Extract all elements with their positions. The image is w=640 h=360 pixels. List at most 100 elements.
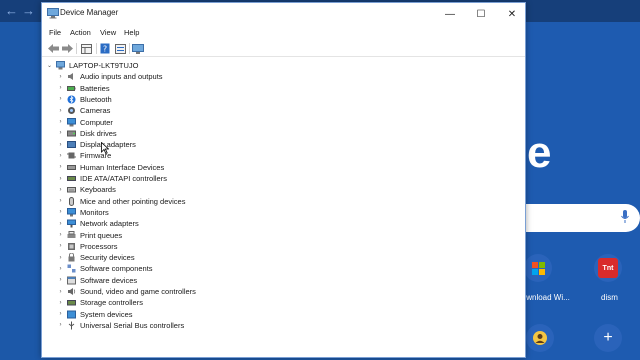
tree-item-label: Human Interface Devices bbox=[80, 162, 165, 172]
tree-item[interactable]: › Display adapters bbox=[57, 139, 136, 150]
tree-item[interactable]: › Software devices bbox=[57, 275, 138, 286]
tree-item-label: Network adapters bbox=[80, 219, 139, 229]
disk-icon bbox=[67, 130, 76, 137]
tree-item[interactable]: › Human Interface Devices bbox=[57, 162, 165, 173]
tree-item[interactable]: › Storage controllers bbox=[57, 297, 143, 308]
display-adapter-icon bbox=[67, 141, 76, 149]
menu-bar: File Action View Help bbox=[42, 26, 525, 40]
microsoft-logo-icon bbox=[531, 261, 545, 275]
shortcut-label-dism: dism bbox=[601, 293, 618, 302]
chevron-right-icon[interactable]: › bbox=[57, 300, 64, 306]
tree-item-label: System devices bbox=[80, 309, 133, 319]
device-tree: ⌄ LAPTOP-LKT9TUJO › Audio inputs and outp… bbox=[42, 58, 525, 357]
chevron-right-icon[interactable]: › bbox=[57, 266, 64, 272]
tree-item[interactable]: › Disk drives bbox=[57, 128, 117, 139]
properties-button[interactable] bbox=[79, 42, 93, 55]
tree-item[interactable]: › Software components bbox=[57, 263, 153, 274]
chevron-right-icon[interactable]: › bbox=[57, 153, 64, 159]
printer-icon bbox=[67, 230, 76, 238]
driver-list-button[interactable] bbox=[113, 42, 127, 55]
tree-item[interactable]: › Keyboards bbox=[57, 184, 116, 195]
computer-icon bbox=[67, 117, 76, 126]
chevron-right-icon[interactable]: › bbox=[57, 255, 64, 261]
chevron-right-icon[interactable]: › bbox=[57, 277, 64, 283]
tree-item[interactable]: › Batteries bbox=[57, 83, 110, 94]
scan-hardware-button[interactable] bbox=[131, 42, 145, 55]
shortcut-tile-download[interactable] bbox=[524, 254, 552, 282]
tree-item[interactable]: › Audio inputs and outputs bbox=[57, 71, 163, 82]
back-button[interactable] bbox=[46, 42, 60, 55]
battery-icon bbox=[67, 85, 76, 91]
chevron-right-icon[interactable]: › bbox=[57, 289, 64, 295]
chevron-right-icon[interactable]: › bbox=[57, 119, 64, 125]
monitor-icon bbox=[132, 43, 144, 54]
tree-item[interactable]: › Sound, video and game controllers bbox=[57, 286, 196, 297]
menu-view[interactable]: View bbox=[97, 27, 119, 38]
tree-item-label: Computer bbox=[80, 117, 113, 127]
tree-item-label: Disk drives bbox=[80, 128, 117, 138]
tree-item[interactable]: › Print queues bbox=[57, 230, 122, 241]
tree-item-label: Keyboards bbox=[80, 185, 116, 195]
chevron-right-icon[interactable]: › bbox=[57, 164, 64, 170]
microphone-icon[interactable] bbox=[620, 209, 630, 225]
chevron-right-icon[interactable]: › bbox=[57, 108, 64, 114]
speaker-icon bbox=[68, 73, 73, 81]
chevron-right-icon[interactable]: › bbox=[57, 243, 64, 249]
help-button[interactable]: ? bbox=[98, 42, 112, 55]
ide-icon bbox=[67, 176, 76, 181]
shortcut-tile-dism[interactable]: Tnt bbox=[594, 254, 622, 282]
account-avatar[interactable] bbox=[526, 324, 554, 352]
chevron-right-icon[interactable]: › bbox=[57, 221, 64, 227]
tree-item[interactable]: › IDE ATA/ATAPI controllers bbox=[57, 173, 167, 184]
chevron-right-icon[interactable]: › bbox=[57, 130, 64, 136]
chevron-right-icon[interactable]: › bbox=[57, 85, 64, 91]
minimize-button[interactable]: — bbox=[435, 3, 465, 25]
tree-item-label: Batteries bbox=[80, 83, 110, 93]
menu-action[interactable]: Action bbox=[67, 27, 94, 38]
tree-item[interactable]: › Mice and other pointing devices bbox=[57, 196, 185, 207]
chevron-right-icon[interactable]: › bbox=[57, 209, 64, 215]
tree-item-label: Processors bbox=[80, 241, 118, 251]
tree-item-label: Storage controllers bbox=[80, 298, 143, 308]
chevron-right-icon[interactable]: › bbox=[57, 232, 64, 238]
plus-icon: + bbox=[603, 329, 613, 346]
add-shortcut-button[interactable]: + bbox=[594, 324, 622, 352]
menu-help[interactable]: Help bbox=[121, 27, 142, 38]
chevron-right-icon[interactable]: › bbox=[57, 187, 64, 193]
driver-list-icon bbox=[114, 43, 126, 54]
chevron-right-icon[interactable]: › bbox=[57, 96, 64, 102]
tree-item[interactable]: › System devices bbox=[57, 309, 133, 320]
sound-icon bbox=[68, 288, 76, 295]
chevron-right-icon[interactable]: › bbox=[57, 74, 64, 80]
device-manager-icon bbox=[47, 8, 59, 19]
browser-back-icon[interactable]: ← bbox=[5, 3, 18, 18]
tree-item-label: Universal Serial Bus controllers bbox=[80, 320, 185, 330]
tree-item[interactable]: › Cameras bbox=[57, 105, 111, 116]
tree-item[interactable]: › Computer bbox=[57, 117, 113, 128]
maximize-button[interactable]: ☐ bbox=[466, 3, 496, 25]
tree-item-label: Security devices bbox=[80, 253, 135, 263]
title-bar[interactable]: Device Manager — ☐ ✕ bbox=[42, 3, 525, 25]
close-button[interactable]: ✕ bbox=[497, 3, 527, 25]
chevron-right-icon[interactable]: › bbox=[57, 198, 64, 204]
chevron-right-icon[interactable]: › bbox=[57, 176, 64, 182]
tree-item[interactable]: › Universal Serial Bus controllers bbox=[57, 320, 185, 331]
tree-item[interactable]: › Bluetooth bbox=[57, 94, 112, 105]
back-icon bbox=[47, 44, 59, 53]
tree-item[interactable]: › Network adapters bbox=[57, 218, 139, 229]
menu-file[interactable]: File bbox=[46, 27, 64, 38]
mouse-icon bbox=[69, 196, 74, 206]
chevron-right-icon[interactable]: › bbox=[57, 311, 64, 317]
tree-root[interactable]: ⌄ LAPTOP-LKT9TUJO bbox=[46, 60, 138, 71]
tree-item[interactable]: › Processors bbox=[57, 241, 118, 252]
mouse-cursor-icon bbox=[101, 142, 109, 154]
tree-item[interactable]: › Monitors bbox=[57, 207, 109, 218]
forward-button[interactable] bbox=[60, 42, 74, 55]
chevron-right-icon[interactable]: › bbox=[57, 142, 64, 148]
software-device-icon bbox=[67, 276, 76, 285]
toolbar-separator bbox=[129, 43, 130, 54]
chevron-right-icon[interactable]: › bbox=[57, 322, 64, 328]
tree-item[interactable]: › Security devices bbox=[57, 252, 135, 263]
browser-forward-icon[interactable]: → bbox=[22, 3, 35, 18]
chevron-down-icon[interactable]: ⌄ bbox=[46, 62, 53, 69]
